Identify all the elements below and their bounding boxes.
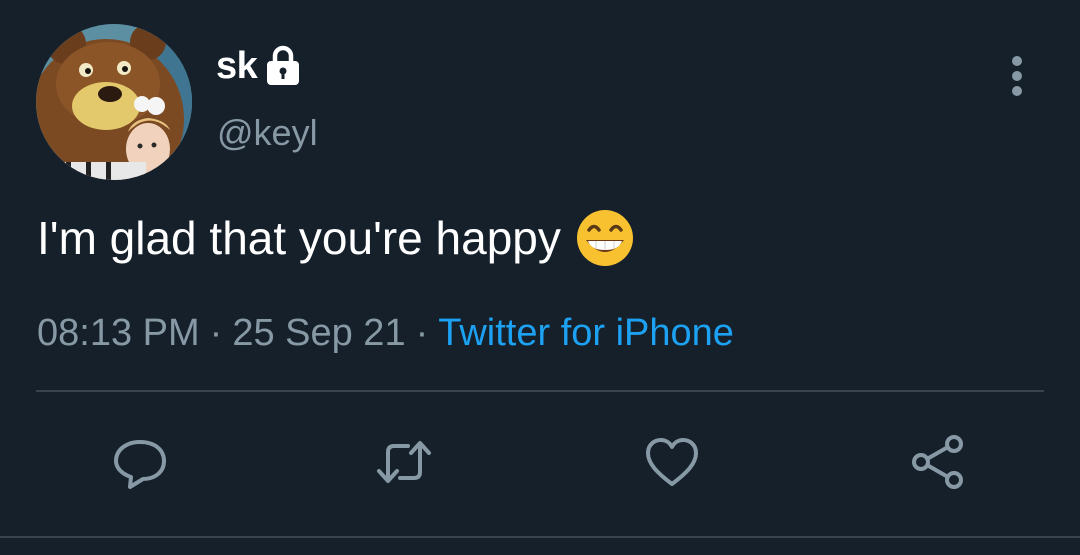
avatar[interactable] <box>36 24 192 180</box>
tweet-body: I'm glad that you're happy <box>37 212 561 264</box>
tweet-source-link[interactable]: Twitter for iPhone <box>438 312 734 354</box>
meta-separator: · <box>415 312 429 354</box>
tweet-date[interactable]: 25 Sep 21 <box>232 312 405 354</box>
tweet-meta: 08:13 PM · 25 Sep 21 · Twitter for iPhone <box>37 308 734 358</box>
meta-separator: · <box>209 312 223 354</box>
divider <box>36 390 1044 392</box>
like-button[interactable] <box>640 430 704 494</box>
reply-button[interactable] <box>108 430 172 494</box>
display-name[interactable]: sk <box>216 45 258 88</box>
heart-icon <box>646 438 698 486</box>
tweet-text: I'm glad that you're happy <box>37 208 635 268</box>
tweet-detail: sk @keyl I'm glad that you're happy 08:1… <box>0 0 1080 555</box>
retweet-icon <box>377 441 431 483</box>
share-icon <box>912 435 963 489</box>
avatar-image <box>36 24 192 180</box>
lock-icon <box>267 45 300 85</box>
retweet-button[interactable] <box>372 430 436 494</box>
reply-icon <box>114 440 166 489</box>
action-bar <box>0 430 1080 494</box>
tweet-time[interactable]: 08:13 PM <box>37 312 200 354</box>
grinning-face-emoji-icon <box>576 210 633 266</box>
more-vertical-icon[interactable] <box>1004 54 1030 98</box>
user-handle[interactable]: @keyl <box>217 112 318 154</box>
share-button[interactable] <box>906 430 970 494</box>
display-name-row: sk <box>216 44 303 88</box>
bottom-divider <box>0 536 1080 538</box>
